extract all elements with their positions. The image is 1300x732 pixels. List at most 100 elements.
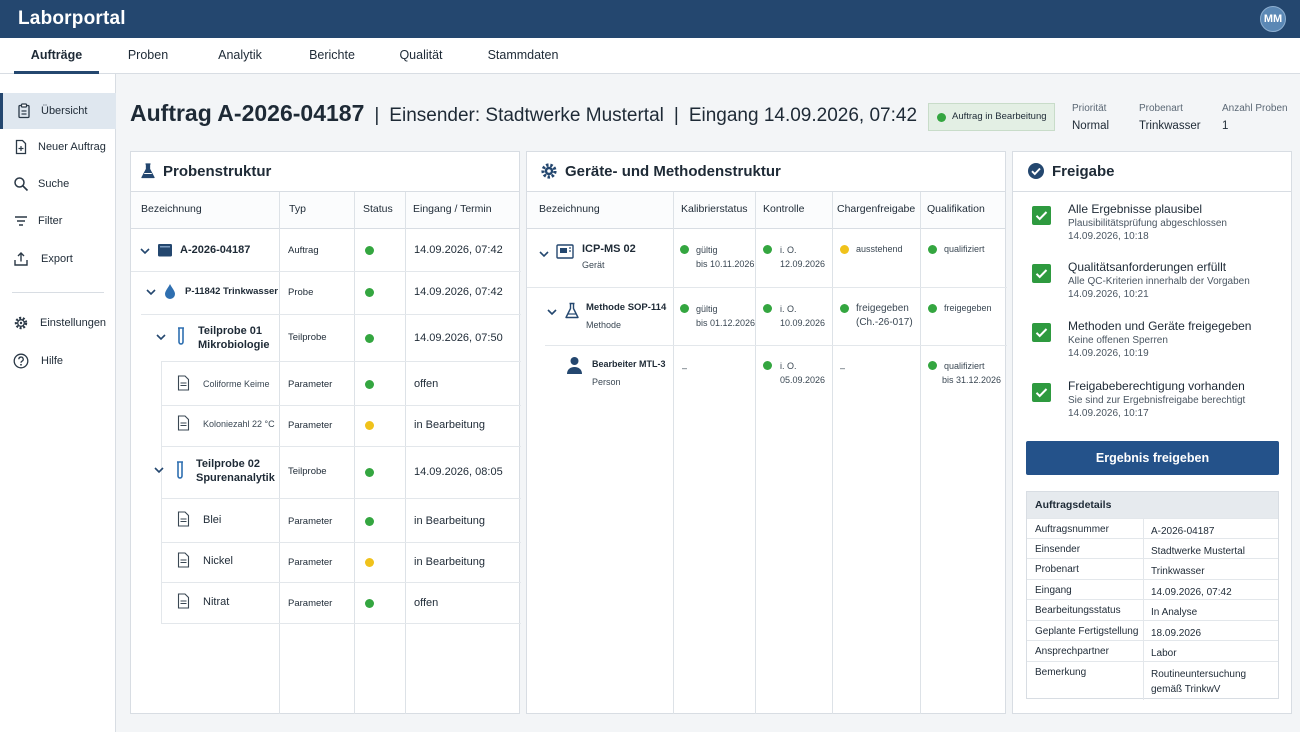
app-title: Laborportal [18,8,126,29]
status-dot-green [365,517,374,526]
sidebar-item-label: Filter [38,215,63,227]
ergebnis-freigeben-button[interactable]: Ergebnis freigeben [1026,441,1279,475]
row-name: Nitrat [203,596,230,608]
row-name-line: Teilprobe 02 [196,458,260,470]
row-type: Probe [288,287,314,298]
panel-title: Probenstruktur [163,163,272,180]
row-date: 14.09.2026, 07:42 [414,244,503,256]
checkbox-checked-icon [1032,206,1051,225]
column-header[interactable]: Qualifikation [927,203,985,215]
chevron-down-icon[interactable] [140,246,150,256]
kontrolle-date: 10.09.2026 [780,318,826,328]
chevron-down-icon[interactable] [146,287,156,297]
column-header[interactable]: Eingang / Termin [413,203,492,215]
column-header[interactable]: Typ [289,203,306,215]
column-header[interactable]: Bezeichnung [539,203,600,215]
details-key: Bemerkung [1035,667,1087,678]
sidebar-item-uebersicht[interactable]: Übersicht [0,93,116,129]
row-type: Parameter [288,420,333,431]
chevron-down-icon[interactable] [539,249,549,259]
probenstruktur-panel: Probenstruktur Bezeichnung Typ Status Ei… [130,151,521,714]
sidebar-item-neuer-auftrag[interactable]: Neuer Auftrag [0,129,116,165]
status-dot-green [365,380,374,389]
sidebar-item-suche[interactable]: Suche [0,166,116,202]
tab-qualitaet[interactable]: Qualität [385,38,457,74]
user-avatar[interactable]: MM [1260,6,1286,32]
row-name-line: Mikrobiologie [198,339,270,351]
document-icon [177,593,190,609]
page-header: Auftrag A-2026-04187 | Einsender: Stadtwer… [130,100,917,127]
freigabe-panel: Freigabe Alle Ergebnisse plausibel Plaus… [1012,151,1292,714]
status-dot-green [928,304,937,313]
tab-stammdaten[interactable]: Stammdaten [478,38,568,74]
tab-auftraege[interactable]: Aufträge [14,38,99,74]
row-name-line: Teilprobe 01 [198,325,262,337]
kalibrier-value: gültig [696,304,718,314]
qualifikation: qualifiziert [944,244,985,254]
sidebar-item-label: Neuer Auftrag [38,141,106,153]
sidebar-item-hilfe[interactable]: Hilfe [0,343,116,379]
column-header[interactable]: Kalibrierstatus [681,203,748,215]
sidebar-item-label: Suche [38,178,70,190]
header-separator: | [673,105,679,126]
row-divider [131,271,521,272]
column-header[interactable]: Kontrolle [763,203,804,215]
status-dot-green [928,245,937,254]
details-header: Auftragsdetails [1027,492,1278,518]
header-separator: | [374,105,380,126]
row-type: Teilprobe [288,466,327,477]
chevron-down-icon[interactable] [156,332,166,342]
sidebar-item-filter[interactable]: Filter [0,203,116,239]
row-type: Parameter [288,379,333,390]
gear-icon [14,316,28,330]
qualifikation: qualifiziert bis 31.12.2026 [942,359,1002,387]
tab-proben[interactable]: Proben [112,38,184,74]
check-date: 14.09.2026, 10:21 [1068,289,1149,300]
status-dot-green [365,334,374,343]
column-header[interactable]: Status [363,203,393,215]
chevron-down-icon[interactable] [154,465,164,475]
person-icon [567,357,582,374]
kalibrierstatus: gültig bis 10.11.2026 [696,243,754,271]
kontrolle-date: 05.09.2026 [780,375,826,385]
tab-berichte[interactable]: Berichte [296,38,368,74]
details-value: Trinkwasser [1151,566,1205,577]
details-key: Auftragsnummer [1035,524,1109,535]
tab-analytik[interactable]: Analytik [204,38,276,74]
sidebar-divider [12,292,104,293]
status-dot-green [365,288,374,297]
sidebar-item-export[interactable]: Export [0,241,116,277]
column-header[interactable]: Chargenfreigabe [837,203,915,215]
row-name-line: Spurenanalytik [196,472,275,484]
kontrolle-value: i. O. [780,304,797,314]
meta-anzahl-proben: Anzahl Proben 1 [1222,103,1288,132]
status-dot-yellow [840,245,849,254]
row-name: Blei [203,514,222,526]
qualifikation-value: qualifiziert [944,361,985,371]
status-text: Auftrag in Bearbeitung [952,111,1047,122]
row-type: Auftrag [288,245,319,256]
row-date: 14.09.2026, 07:42 [414,286,503,298]
test-tube-icon [177,461,183,479]
column-header[interactable]: Bezeichnung [141,203,202,215]
qualifikation: freigegeben [944,303,992,313]
check-title: Qualitätsanforderungen erfüllt [1068,260,1227,274]
check-circle-icon [1028,163,1044,179]
row-name: A-2026-04187 [180,244,251,256]
column-divider [673,192,674,714]
qualifikation-date: bis 31.12.2026 [942,375,1002,385]
chevron-down-icon[interactable] [547,307,557,317]
details-row: Ansprechpartner Labor [1027,640,1278,661]
instrument-icon [556,244,574,259]
document-add-icon [15,139,27,155]
page-title: Auftrag A-2026-04187 [130,100,365,126]
status-dot-green [763,361,772,370]
meta-key: Priorität [1072,103,1107,114]
chargenfreigabe: freigegeben (Ch.-26-017) [856,302,913,330]
panel-title-bar: Freigabe [1013,152,1291,192]
sidebar-item-label: Hilfe [41,355,64,367]
row-date: in Bearbeitung [414,419,485,431]
sidebar-item-einstellungen[interactable]: Einstellungen [0,305,116,341]
table-header: Bezeichnung Kalibrierstatus Kontrolle Ch… [527,192,1005,229]
details-row: Eingang 14.09.2026, 07:42 [1027,579,1278,599]
